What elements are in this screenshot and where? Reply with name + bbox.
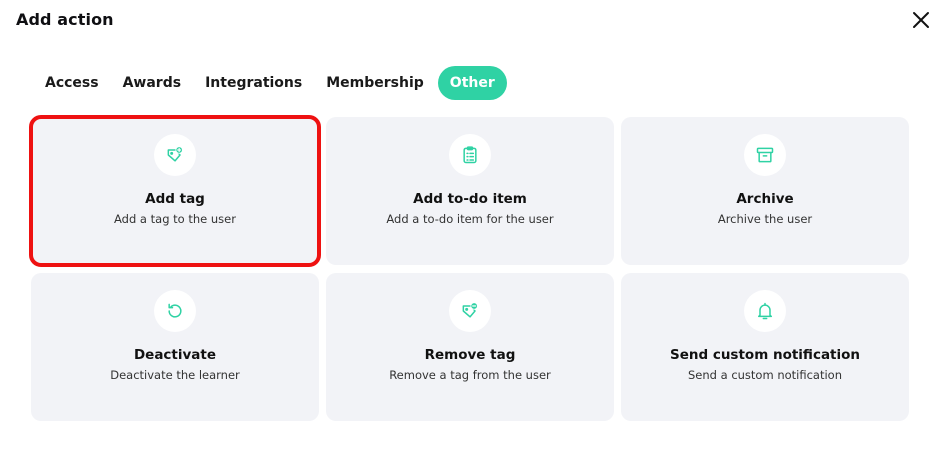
clipboard-list-icon [463,146,477,164]
dialog-header: Add action [16,10,945,34]
tab-integrations[interactable]: Integrations [193,66,314,100]
action-title: Archive [736,191,794,207]
action-description: Deactivate the learner [110,368,240,382]
archive-box-icon [756,147,774,163]
action-description: Archive the user [717,212,813,226]
undo-icon [168,303,182,318]
tab-other[interactable]: Other [437,66,507,100]
tab-access[interactable]: Access [33,66,111,100]
action-grid: Add tag Add a tag to the user Add to-do … [29,115,909,421]
tab-bar: Access Awards Integrations Membership Ot… [33,66,507,100]
action-description: Remove a tag from the user [389,368,551,382]
action-title: Add to-do item [413,191,527,207]
action-title: Add tag [145,191,205,207]
icon-badge [744,134,786,176]
action-card-deactivate[interactable]: Deactivate Deactivate the learner [31,273,319,421]
icon-badge [449,290,491,332]
icon-badge [154,290,196,332]
action-title: Send custom notification [669,347,861,363]
action-description: Add a tag to the user [114,212,236,226]
tab-membership[interactable]: Membership [314,66,436,100]
action-card-add-tag[interactable]: Add tag Add a tag to the user [29,115,321,267]
action-card-add-todo[interactable]: Add to-do item Add a to-do item for the … [326,117,614,265]
action-description: Add a to-do item for the user [386,212,554,226]
action-card-send-notification[interactable]: Send custom notification Send a custom n… [621,273,909,421]
dialog-title: Add action [16,10,114,29]
tab-awards[interactable]: Awards [111,66,193,100]
icon-badge [744,290,786,332]
bell-icon [758,302,772,320]
action-title: Remove tag [424,347,516,363]
icon-badge [154,134,196,176]
action-card-remove-tag[interactable]: Remove tag Remove a tag from the user [326,273,614,421]
action-description: Send a custom notification [688,368,842,382]
icon-badge [449,134,491,176]
action-title: Deactivate [133,347,217,363]
close-icon[interactable] [911,10,931,30]
action-card-archive[interactable]: Archive Archive the user [621,117,909,265]
tag-add-icon [167,146,183,162]
tag-remove-icon [462,302,478,318]
